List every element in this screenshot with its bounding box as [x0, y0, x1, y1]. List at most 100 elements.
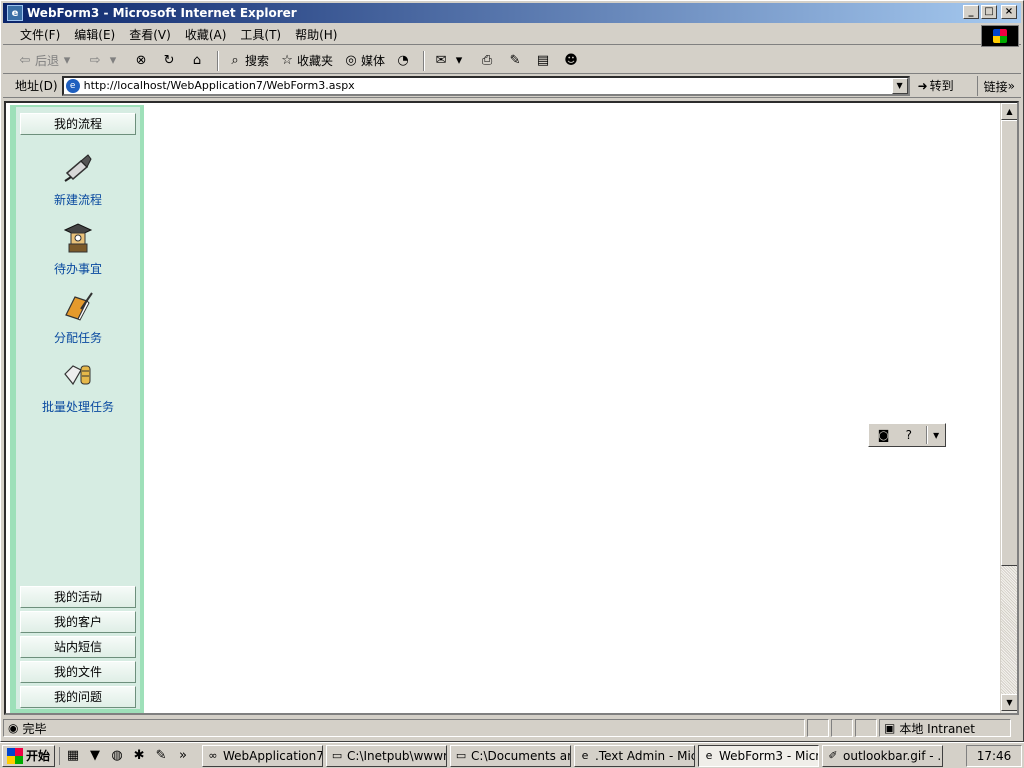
edit-button[interactable]: ✎	[503, 51, 529, 71]
section-site-messages[interactable]: 站内短信	[20, 636, 136, 658]
task-button[interactable]: ▭ C:\Inetpub\wwwr...	[326, 744, 448, 767]
nav-pending-tasks[interactable]: 待办事宜	[16, 220, 140, 277]
chevron-down-icon: ▾	[455, 52, 463, 68]
menu-tools[interactable]: 工具(T)	[233, 24, 288, 45]
outlook-bar: 我的流程 新建流程 待办事宜 分配任务 批量处理任务 我的活动 我的客户 站内短…	[10, 105, 144, 713]
scroll-up-button[interactable]: ▲	[1001, 103, 1017, 120]
menu-help[interactable]: 帮助(H)	[288, 24, 344, 45]
print-icon: ⎙	[481, 52, 493, 68]
zone-text: 本地 Intranet	[899, 721, 975, 736]
address-label: 地址(D)	[15, 79, 58, 93]
floating-toolbar-separator	[926, 426, 929, 444]
media-button[interactable]: ◎ 媒体	[339, 50, 389, 71]
pen-brush-icon	[64, 154, 92, 182]
discuss-button[interactable]: ▤	[531, 51, 557, 71]
task-label: .Text Admin - Mic...	[595, 748, 694, 763]
penguin-icon: ☻	[564, 52, 578, 68]
section-my-activities[interactable]: 我的活动	[20, 586, 136, 608]
clock[interactable]: 17:46	[977, 749, 1012, 763]
edit-icon: ✎	[509, 52, 521, 68]
zone-cell: ▣ 本地 Intranet	[879, 719, 1011, 737]
messenger-button[interactable]: ☻	[559, 51, 585, 71]
window-title: WebForm3 - Microsoft Internet Explorer	[27, 6, 297, 20]
pencil-icon[interactable]: ✎	[152, 747, 170, 765]
go-button[interactable]: ➜ 转到	[918, 77, 954, 94]
close-button[interactable]: ×	[1001, 5, 1017, 19]
chevron-right-icon[interactable]: »	[174, 747, 192, 765]
intranet-icon: ▣	[884, 721, 896, 735]
menu-file[interactable]: 文件(F)	[13, 24, 67, 45]
back-label: 后退	[35, 54, 60, 68]
task-label: C:\Inetpub\wwwr...	[347, 748, 447, 763]
messenger-icon[interactable]: ✱	[130, 747, 148, 765]
task-label: C:\Documents an...	[471, 748, 570, 763]
go-arrow-icon: ➜	[917, 78, 928, 93]
help-button[interactable]: ?	[898, 425, 919, 445]
nav-item-label: 新建流程	[53, 193, 102, 207]
task-label: WebForm3 - Micr...	[719, 748, 820, 763]
go-label: 转到	[929, 79, 954, 93]
section-my-customers[interactable]: 我的客户	[20, 611, 136, 633]
nav-item-label: 批量处理任务	[41, 400, 114, 414]
windows-logo-icon	[7, 747, 23, 764]
page-content: 我的流程 新建流程 待办事宜 分配任务 批量处理任务 我的活动 我的客户 站内短…	[4, 101, 1019, 715]
home-button[interactable]: ⌂	[185, 51, 211, 71]
favorites-icon: ☆	[281, 52, 293, 68]
stop-icon: ⊗	[135, 52, 147, 68]
outlook-bar-panel: 我的流程 新建流程 待办事宜 分配任务 批量处理任务 我的活动 我的客户 站内短…	[16, 107, 140, 709]
nav-new-workflow[interactable]: 新建流程	[16, 151, 140, 208]
show-desktop-icon[interactable]: ▦	[64, 747, 82, 765]
scroll-thumb[interactable]	[1001, 120, 1017, 566]
menu-view[interactable]: 查看(V)	[122, 24, 178, 45]
floating-toolbar-options[interactable]: ▾	[931, 425, 941, 445]
back-button[interactable]: ⇦ 后退 ▾	[13, 50, 81, 71]
antivirus-icon[interactable]: ▼	[86, 747, 104, 765]
firefox-icon[interactable]: ◍	[108, 747, 126, 765]
print-button[interactable]: ⎙	[475, 51, 501, 71]
refresh-button[interactable]: ↻	[157, 51, 183, 71]
task-label: outlookbar.gif - ...	[843, 748, 944, 763]
scroll-track[interactable]	[1001, 566, 1017, 694]
history-button[interactable]: ◔	[391, 51, 417, 71]
scroll-down-button[interactable]: ▼	[1001, 694, 1017, 711]
section-my-files[interactable]: 我的文件	[20, 661, 136, 683]
media-label: 媒体	[361, 54, 386, 68]
links-button[interactable]: 链接»	[976, 76, 1015, 96]
forward-arrow-icon: ⇨	[89, 52, 101, 68]
nav-assign-task[interactable]: 分配任务	[16, 289, 140, 346]
vs-icon: ∞	[208, 748, 218, 762]
mail-button[interactable]: ✉ ▾	[429, 51, 473, 71]
menu-favorites[interactable]: 收藏(A)	[178, 24, 234, 45]
menu-edit[interactable]: 编辑(E)	[67, 24, 122, 45]
search-button[interactable]: ⌕ 搜索	[223, 50, 273, 71]
start-button[interactable]: 开始	[2, 744, 56, 767]
title-bar[interactable]: e WebForm3 - Microsoft Internet Explorer…	[3, 3, 1021, 23]
history-icon: ◔	[397, 52, 409, 68]
minimize-button[interactable]: _	[963, 5, 979, 19]
taskbar: 开始 ▦ ▼ ◍ ✱ ✎ » ∞ WebApplication7 ... ▭ C:\…	[0, 742, 1024, 768]
ie-window: e WebForm3 - Microsoft Internet Explorer…	[0, 0, 1024, 742]
vertical-scrollbar[interactable]: ▲ ▼	[1000, 103, 1017, 713]
nav-batch-tasks[interactable]: 批量处理任务	[16, 358, 140, 415]
page-icon: e	[65, 78, 80, 93]
start-label: 开始	[26, 749, 51, 763]
image-toolbar-button[interactable]: ◙	[873, 425, 894, 445]
task-button[interactable]: e .Text Admin - Mic...	[574, 744, 696, 767]
folder-icon: ▭	[455, 748, 467, 762]
address-input[interactable]: e http://localhost/WebApplication7/WebFo…	[61, 75, 910, 96]
task-button[interactable]: ∞ WebApplication7 ...	[202, 744, 324, 767]
stop-button[interactable]: ⊗	[129, 51, 155, 71]
maximize-button[interactable]: □	[981, 5, 997, 19]
task-button[interactable]: ✐ outlookbar.gif - ...	[822, 744, 944, 767]
toolbar-separator	[423, 50, 426, 71]
forward-button[interactable]: ⇨ ▾	[83, 51, 127, 71]
favorites-button[interactable]: ☆ 收藏夹	[275, 50, 337, 71]
chevron-right-icon: »	[1007, 79, 1015, 93]
task-button[interactable]: ▭ C:\Documents an...	[450, 744, 572, 767]
section-my-workflow[interactable]: 我的流程	[20, 113, 136, 135]
system-tray: 17:46	[966, 745, 1022, 767]
task-button-active[interactable]: e WebForm3 - Micr...	[698, 744, 820, 767]
status-bar: ◉ 完毕 ▣ 本地 Intranet	[3, 717, 1021, 739]
section-my-questions[interactable]: 我的问题	[20, 686, 136, 708]
address-dropdown-button[interactable]: ▼	[891, 77, 908, 94]
